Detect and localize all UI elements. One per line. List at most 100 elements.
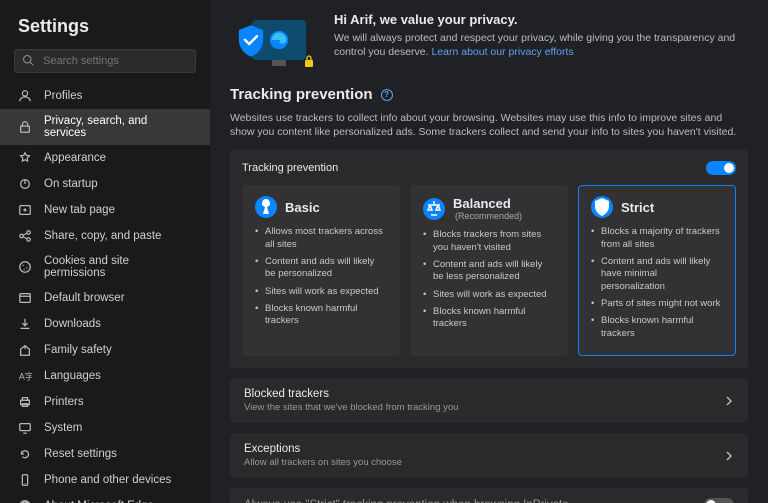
chevron-right-icon [724, 396, 734, 406]
sidebar-item-appearance[interactable]: Appearance [0, 145, 210, 171]
sidebar-item-label: Reset settings [44, 448, 117, 460]
level-header: Strict [591, 196, 723, 218]
shield-icon [236, 24, 266, 58]
exceptions-link[interactable]: Exceptions Allow all trackers on sites y… [230, 433, 748, 478]
cookies-icon [18, 260, 32, 274]
blocked-trackers-link[interactable]: Blocked trackers View the sites that we'… [230, 378, 748, 423]
tracking-card-label: Tracking prevention [242, 162, 338, 174]
blocked-title: Blocked trackers [244, 388, 458, 400]
appearance-icon [18, 151, 32, 165]
tracking-toggle[interactable] [706, 161, 736, 175]
download-icon [18, 317, 32, 331]
level-name: Basic [285, 200, 320, 215]
level-bullet: Blocks a majority of trackers from all s… [591, 226, 723, 251]
language-icon: A字 [18, 369, 32, 383]
monitor-stand [272, 60, 286, 66]
phone-icon [18, 473, 32, 487]
sidebar-item-printers[interactable]: Printers [0, 389, 210, 415]
sidebar-item-profiles[interactable]: Profiles [0, 83, 210, 109]
share-icon [18, 229, 32, 243]
sidebar-item-label: Profiles [44, 90, 82, 102]
sidebar-item-downloads[interactable]: Downloads [0, 311, 210, 337]
search-container [14, 49, 196, 73]
tracking-card: Tracking prevention Basic Allows most tr… [230, 149, 748, 368]
privacy-hero: Hi Arif, we value your privacy. We will … [230, 12, 748, 72]
sidebar-item-about-microsoft-edge[interactable]: About Microsoft Edge [0, 493, 210, 503]
sidebar-item-label: On startup [44, 178, 98, 190]
level-bullet: Blocks known harmful trackers [423, 306, 555, 331]
tracking-level-strict[interactable]: Strict Blocks a majority of trackers fro… [578, 185, 736, 356]
level-header: Balanced(Recommended) [423, 196, 555, 221]
hero-illustration [230, 12, 316, 72]
sidebar-item-languages[interactable]: A字 Languages [0, 363, 210, 389]
sidebar-item-label: System [44, 422, 82, 434]
level-bullet: Content and ads will likely be personali… [255, 256, 387, 281]
settings-sidebar: Settings Profiles Privacy, search, and se… [0, 0, 210, 503]
edge-logo-icon [268, 29, 290, 51]
sidebar-item-label: Cookies and site permissions [44, 255, 192, 279]
sidebar-nav: Profiles Privacy, search, and services App… [0, 83, 210, 503]
power-icon [18, 177, 32, 191]
balanced-level-icon [423, 198, 445, 220]
search-icon [22, 54, 34, 66]
strict-level-icon [591, 196, 613, 218]
search-input[interactable] [14, 49, 196, 73]
sidebar-item-label: Share, copy, and paste [44, 230, 161, 242]
hero-text: Hi Arif, we value your privacy. We will … [334, 12, 748, 72]
tracking-description: Websites use trackers to collect info ab… [230, 111, 748, 139]
sidebar-item-label: Appearance [44, 152, 106, 164]
exceptions-title: Exceptions [244, 443, 402, 455]
about-icon [18, 499, 32, 503]
sidebar-item-phone-and-other-devices[interactable]: Phone and other devices [0, 467, 210, 493]
sidebar-item-label: Printers [44, 396, 84, 408]
profile-icon [18, 89, 32, 103]
inprivate-toggle[interactable] [704, 498, 734, 503]
lock-icon [18, 120, 32, 134]
family-icon [18, 343, 32, 357]
inprivate-label: Always use "Strict" tracking prevention … [244, 499, 569, 503]
level-bullet: Blocks known harmful trackers [591, 315, 723, 340]
level-bullet: Content and ads will likely be less pers… [423, 259, 555, 284]
main-content: Hi Arif, we value your privacy. We will … [210, 0, 768, 503]
exceptions-desc: Allow all trackers on sites you choose [244, 457, 402, 468]
hero-title: Hi Arif, we value your privacy. [334, 12, 748, 27]
level-bullet: Sites will work as expected [423, 289, 555, 301]
sidebar-item-share-copy-and-paste[interactable]: Share, copy, and paste [0, 223, 210, 249]
recommended-label: (Recommended) [455, 211, 522, 221]
printer-icon [18, 395, 32, 409]
sidebar-item-label: Family safety [44, 344, 112, 356]
hero-description: We will always protect and respect your … [334, 31, 748, 59]
tracking-heading-text: Tracking prevention [230, 86, 373, 103]
privacy-efforts-link[interactable]: Learn about our privacy efforts [431, 46, 573, 58]
sidebar-item-on-startup[interactable]: On startup [0, 171, 210, 197]
sidebar-item-label: Privacy, search, and services [44, 115, 192, 139]
level-bullet: Blocks known harmful trackers [255, 303, 387, 328]
sidebar-item-reset-settings[interactable]: Reset settings [0, 441, 210, 467]
sidebar-item-cookies-and-site-permissions[interactable]: Cookies and site permissions [0, 249, 210, 285]
level-bullet: Parts of sites might not work [591, 298, 723, 310]
sidebar-item-system[interactable]: System [0, 415, 210, 441]
reset-icon [18, 447, 32, 461]
tracking-level-balanced[interactable]: Balanced(Recommended) Blocks trackers fr… [410, 185, 568, 356]
tracking-prevention-heading: Tracking prevention ? [230, 86, 748, 103]
sidebar-item-label: Downloads [44, 318, 101, 330]
sidebar-item-label: Languages [44, 370, 101, 382]
inprivate-strict-row: Always use "Strict" tracking prevention … [230, 488, 748, 503]
info-icon[interactable]: ? [381, 89, 393, 101]
newtab-icon [18, 203, 32, 217]
sidebar-title: Settings [0, 6, 210, 49]
tracking-level-basic[interactable]: Basic Allows most trackers across all si… [242, 185, 400, 356]
padlock-icon [304, 54, 314, 68]
level-name: Balanced [453, 196, 511, 211]
sidebar-item-new-tab-page[interactable]: New tab page [0, 197, 210, 223]
level-bullet: Content and ads will likely have minimal… [591, 256, 723, 293]
sidebar-item-label: Phone and other devices [44, 474, 171, 486]
sidebar-item-default-browser[interactable]: Default browser [0, 285, 210, 311]
sidebar-item-privacy-search-and-services[interactable]: Privacy, search, and services [0, 109, 210, 145]
basic-level-icon [255, 196, 277, 218]
level-bullet: Blocks trackers from sites you haven't v… [423, 229, 555, 254]
sidebar-item-family-safety[interactable]: Family safety [0, 337, 210, 363]
blocked-desc: View the sites that we've blocked from t… [244, 402, 458, 413]
sidebar-item-label: Default browser [44, 292, 125, 304]
browser-icon [18, 291, 32, 305]
